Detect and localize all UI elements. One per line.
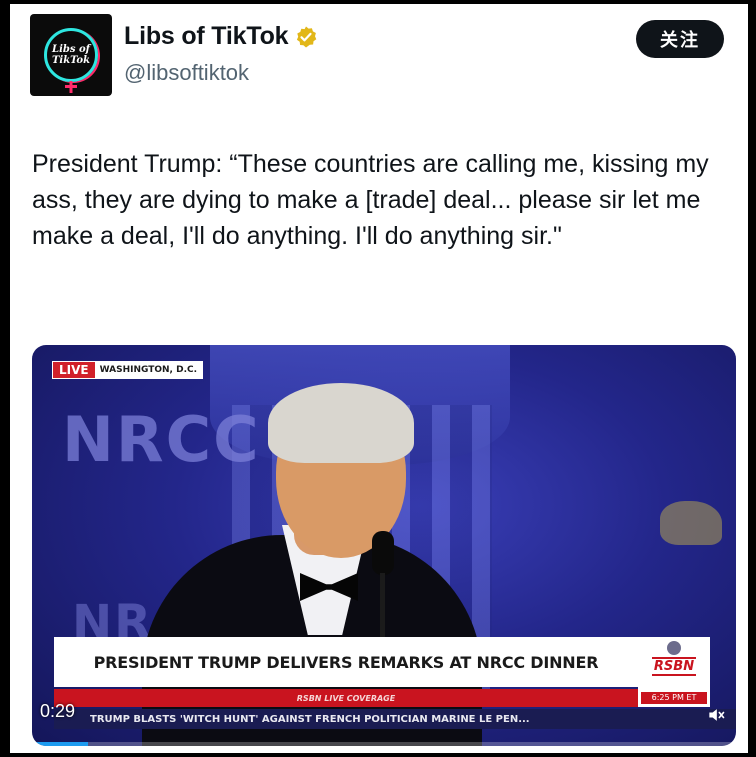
microphone-icon [372, 531, 394, 575]
video-progress-fill [32, 742, 89, 746]
backdrop-logo-text: NRCC [62, 403, 261, 476]
news-ticker: TRUMP BLASTS 'WITCH HUNT' AGAINST FRENCH… [54, 709, 736, 729]
gop-elephant-logo [660, 501, 722, 545]
avatar-logo-text: Libs of TikTok [51, 44, 91, 66]
verified-badge-icon [297, 26, 317, 47]
network-logo: RSBN [651, 657, 697, 676]
author-avatar[interactable]: Libs of TikTok [30, 14, 112, 96]
location-label: WASHINGTON, D.C. [94, 362, 203, 378]
coverage-bar: RSBN LIVE COVERAGE [54, 689, 638, 707]
live-label: LIVE [53, 362, 95, 378]
volume-muted-icon[interactable] [706, 705, 726, 725]
avatar-logo: Libs of TikTok [44, 28, 98, 82]
coverage-label: RSBN LIVE COVERAGE [296, 693, 396, 703]
network-logo-box: RSBN 6:25 PM ET [638, 637, 710, 707]
ticker-text: TRUMP BLASTS 'WITCH HUNT' AGAINST FRENCH… [90, 713, 530, 725]
video-player[interactable]: NRCC NRC LIVE WASHINGTON, D.C. PRESIDENT… [32, 345, 736, 746]
speaker-hair [268, 383, 414, 463]
author-name-row: Libs of TikTok [124, 22, 318, 51]
network-time: 6:25 PM ET [641, 692, 707, 704]
author-handle[interactable]: @libsoftiktok [124, 60, 249, 86]
live-tag: LIVE WASHINGTON, D.C. [52, 361, 204, 379]
follow-button[interactable]: 关注 [636, 20, 724, 58]
lower-third-headline: PRESIDENT TRUMP DELIVERS REMARKS AT NRCC… [93, 652, 599, 672]
author-display-name[interactable]: Libs of TikTok [124, 22, 289, 51]
video-timestamp: 0:29 [40, 701, 76, 721]
video-progress-track[interactable] [32, 742, 736, 746]
lower-third-headline-bar: PRESIDENT TRUMP DELIVERS REMARKS AT NRCC… [54, 637, 638, 687]
tweet-text: President Trump: “These countries are ca… [32, 150, 709, 250]
network-logo-icon [667, 641, 681, 655]
tweet-card: Libs of TikTok Libs of TikTok @libsoftik… [10, 4, 748, 753]
